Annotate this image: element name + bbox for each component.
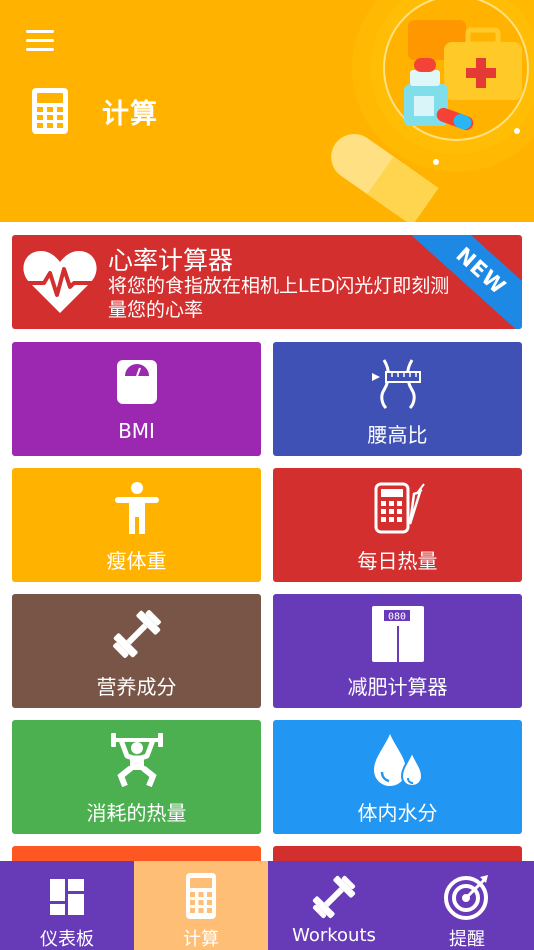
water-drops-icon [373,734,423,788]
tab-workouts[interactable]: Workouts [267,861,401,950]
menu-icon-line [26,48,54,51]
tile-lean-body-mass[interactable]: 瘦体重 [12,468,261,582]
tile-daily-calories[interactable]: 每日热量 [273,468,522,582]
tile-nutrition[interactable]: 营养成分 [12,594,261,708]
tile-label: 瘦体重 [106,549,167,573]
tile-label: 营养成分 [96,675,177,699]
heart-rate-icon [23,251,97,313]
tile-label: 体内水分 [357,801,438,825]
tile-label: 消耗的热量 [86,801,187,825]
tab-label: 提醒 [449,929,485,950]
tile-bmi[interactable]: BMI [12,342,261,456]
page-title: 计算 [102,99,158,130]
calculator-icon [32,88,68,134]
heart-rate-title: 心率计算器 [108,246,234,275]
tile-waist-height-ratio[interactable]: 腰高比 [273,342,522,456]
tile-body-water[interactable]: 体内水分 [273,720,522,834]
scale-icon [116,360,157,404]
weightlifter-icon [110,733,163,788]
calculator-icon [186,873,216,919]
tile-label: 减肥计算器 [347,675,448,699]
heart-rate-card[interactable]: 心率计算器 将您的食指放在相机上LED闪光灯即刻测量您的心率 NEW [12,235,522,329]
menu-icon-line [26,39,54,42]
tab-label: 仪表板 [40,929,94,950]
tab-label: 计算 [183,929,219,950]
menu-icon [26,30,54,33]
dumbbell-icon [112,610,161,658]
tab-label: Workouts [292,925,376,946]
app-header: 计算 [0,0,534,222]
medicine-illustration [331,0,534,222]
tile-label: 每日热量 [357,549,438,573]
tab-calculate[interactable]: 计算 [134,861,268,950]
dumbbell-icon [312,875,356,919]
tile-weight-loss-calculator[interactable]: 080 减肥计算器 [273,594,522,708]
tile-label: 腰高比 [367,423,428,447]
calorie-calculator-icon [374,482,425,534]
target-icon [444,875,488,920]
waist-tape-icon [371,359,421,410]
tab-reminders[interactable]: 提醒 [400,861,534,950]
person-icon [114,482,159,534]
tile-label: BMI [118,419,155,443]
tile-calories-burned[interactable]: 消耗的热量 [12,720,261,834]
dashboard-icon [50,879,84,915]
tab-dashboard[interactable]: 仪表板 [0,861,134,950]
bottom-tab-bar: 仪表板 计算 Workouts 提醒 [0,861,534,950]
scale-reading: 080 [387,612,405,623]
heart-rate-description: 将您的食指放在相机上LED闪光灯即刻测量您的心率 [108,275,450,321]
weight-scale-icon: 080 [371,606,424,662]
menu-button[interactable] [24,28,58,54]
